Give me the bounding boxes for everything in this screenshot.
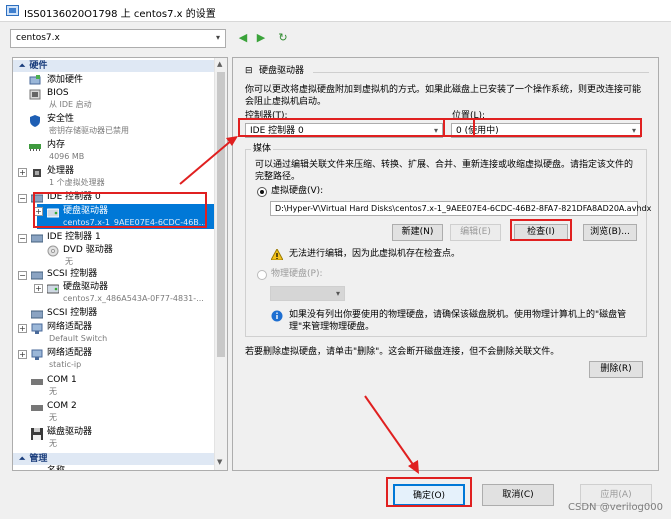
annotation-arrow [364, 395, 415, 467]
annotation-arrow [179, 139, 233, 185]
annotation-arrows [179, 136, 419, 474]
annotation-arrowhead [408, 460, 419, 474]
